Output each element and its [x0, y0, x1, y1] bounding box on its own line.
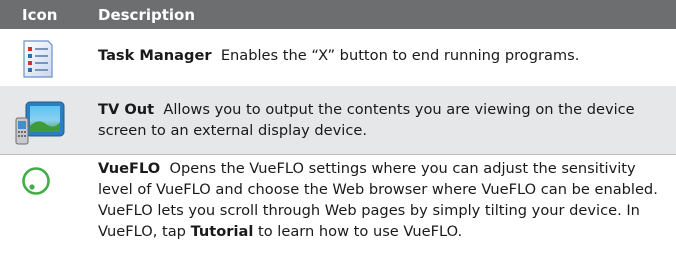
header-icon-label: Icon	[22, 6, 58, 24]
table-row-tv-out: TV Out Allows you to output the contents…	[0, 86, 676, 154]
tv-out-icon	[14, 100, 66, 146]
task-manager-icon	[20, 39, 64, 83]
vueflo-title: VueFLO	[98, 160, 161, 177]
vueflo-text-end: to learn how to use VueFLO.	[258, 223, 463, 240]
table-row-vueflo: VueFLO Opens the VueFLO settings where y…	[0, 155, 676, 260]
tv-out-text: Allows you to output the contents you ar…	[98, 101, 635, 139]
vueflo-icon	[20, 165, 52, 197]
task-manager-title: Task Manager	[98, 47, 212, 64]
table-header: Icon Description	[0, 0, 676, 29]
vueflo-tutorial-word: Tutorial	[190, 223, 254, 240]
header-description-label: Description	[98, 6, 196, 24]
task-manager-description: Task Manager Enables the “X” button to e…	[98, 45, 658, 66]
icon-description-table: Icon Description Task Manager Enables th…	[0, 0, 676, 260]
task-manager-text: Enables the “X” button to end running pr…	[220, 47, 580, 64]
table-row-task-manager: Task Manager Enables the “X” button to e…	[0, 29, 676, 86]
tv-out-title: TV Out	[98, 101, 155, 118]
vueflo-description: VueFLO Opens the VueFLO settings where y…	[98, 158, 658, 242]
tv-out-description: TV Out Allows you to output the contents…	[98, 99, 658, 141]
